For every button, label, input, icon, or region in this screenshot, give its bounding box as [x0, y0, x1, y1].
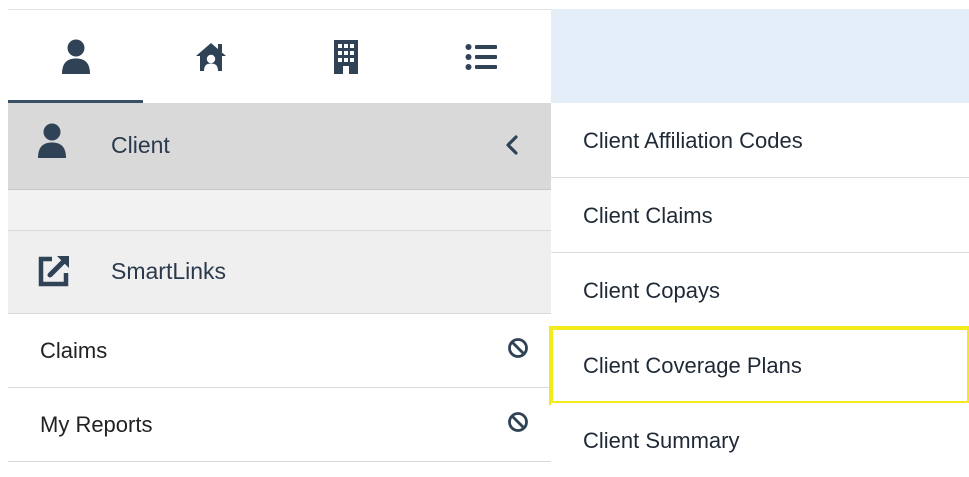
user-icon — [61, 39, 91, 75]
client-menu-header[interactable]: Client — [8, 103, 551, 190]
nav-tab-bar — [8, 9, 551, 104]
submenu-item-label: Client Copays — [583, 278, 720, 303]
user-icon — [37, 123, 67, 164]
sidebar-item-label: Claims — [40, 338, 108, 363]
tab-client[interactable] — [8, 10, 143, 104]
submenu-item-client-claims[interactable]: Client Claims — [551, 178, 969, 253]
sidebar-item-claims[interactable]: Claims — [8, 314, 551, 388]
submenu-item-label: Client Affiliation Codes — [583, 128, 803, 153]
list-icon — [465, 43, 497, 71]
submenu-item-client-copays[interactable]: Client Copays — [551, 253, 969, 328]
submenu-item-label: Client Coverage Plans — [583, 353, 802, 378]
home-icon — [195, 42, 227, 72]
empty-row — [8, 190, 551, 231]
submenu-item-label: Client Summary — [583, 428, 740, 453]
building-icon — [333, 40, 358, 74]
header-band — [551, 9, 969, 103]
tab-home[interactable] — [143, 10, 278, 104]
left-navigation-panel: Client SmartLinks Claims My Reports — [8, 9, 551, 471]
submenu-item-client-affiliation-codes[interactable]: Client Affiliation Codes — [551, 103, 969, 178]
submenu-item-label: Client Claims — [583, 203, 713, 228]
smartlinks-label: SmartLinks — [111, 258, 227, 284]
sidebar-item-my-reports[interactable]: My Reports — [8, 388, 551, 462]
client-submenu: Client Affiliation Codes Client Claims C… — [549, 103, 969, 477]
chevron-left-icon[interactable] — [505, 135, 519, 160]
sidebar-item-label: My Reports — [40, 412, 153, 437]
ban-icon[interactable] — [507, 337, 529, 364]
submenu-item-client-summary[interactable]: Client Summary — [551, 403, 969, 477]
tab-list[interactable] — [413, 10, 548, 104]
ban-icon[interactable] — [507, 411, 529, 438]
submenu-item-client-coverage-plans[interactable]: Client Coverage Plans — [549, 326, 969, 405]
tab-programs[interactable] — [278, 10, 413, 104]
client-menu-label: Client — [111, 132, 170, 158]
external-link-icon — [37, 254, 71, 293]
smartlinks-header[interactable]: SmartLinks — [8, 231, 551, 314]
